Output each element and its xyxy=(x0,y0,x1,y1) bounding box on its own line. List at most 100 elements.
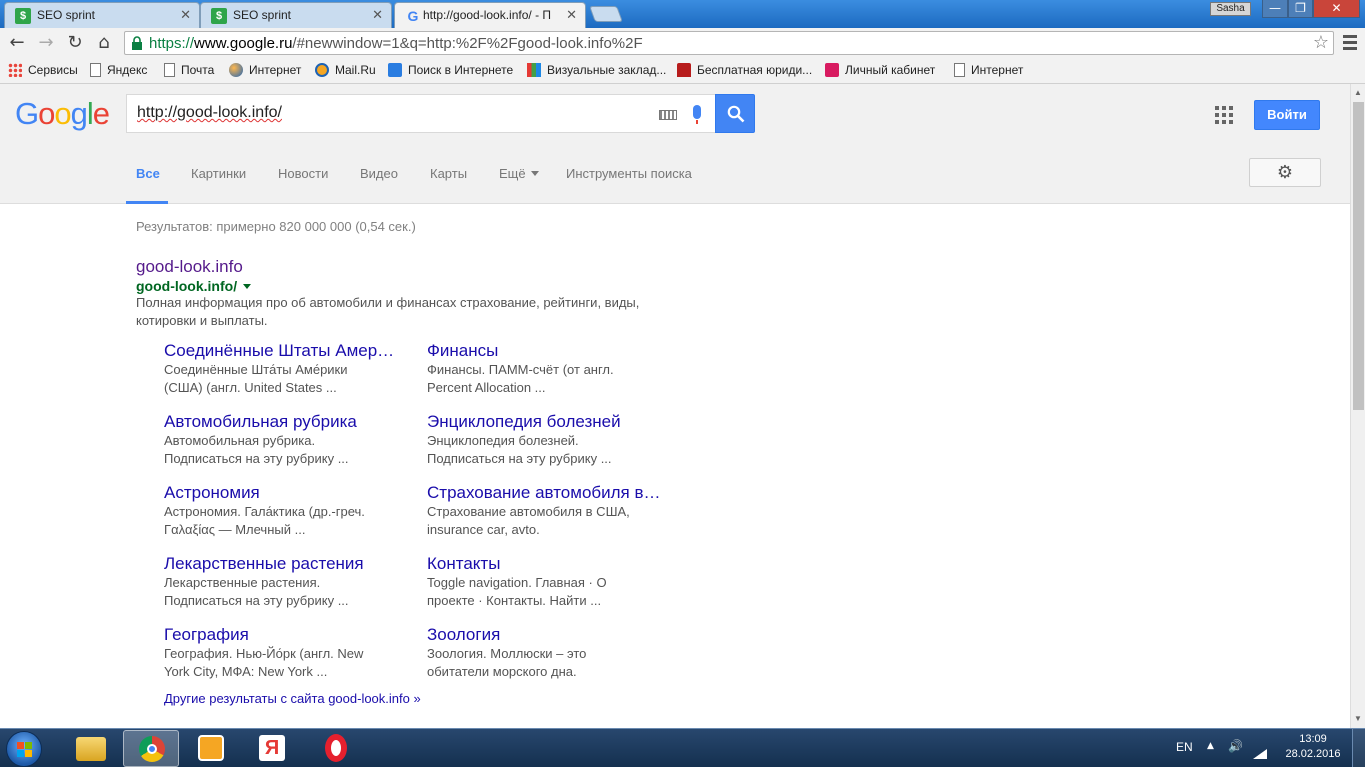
opera-icon xyxy=(325,734,347,762)
browser-tab[interactable]: $ SEO sprint ✕ xyxy=(4,2,200,28)
sitelink-title[interactable]: Лекарственные растения xyxy=(164,554,414,574)
sitelink-title[interactable]: Контакты xyxy=(427,554,677,574)
network-icon[interactable] xyxy=(1253,749,1267,759)
taskbar-app[interactable] xyxy=(62,730,118,767)
home-button[interactable]: ⌂ xyxy=(93,32,115,54)
language-indicator[interactable]: EN xyxy=(1176,740,1193,754)
sitelink-title[interactable]: Страхование автомобиля в… xyxy=(427,483,677,503)
sitelink-title[interactable]: Финансы xyxy=(427,341,677,361)
tab-images[interactable]: Картинки xyxy=(191,166,246,181)
bookmark-item[interactable]: Бесплатная юриди... xyxy=(677,63,812,77)
tab-search-tools[interactable]: Инструменты поиска xyxy=(566,166,692,181)
maximize-button[interactable]: ❐ xyxy=(1288,0,1313,18)
browser-tab-active[interactable]: G http://good-look.info/ - П ✕ xyxy=(394,2,586,28)
scroll-down-icon[interactable]: ▼ xyxy=(1354,714,1362,723)
forward-button[interactable]: → xyxy=(35,32,57,54)
sitelink: Страхование автомобиля в… Страхование ав… xyxy=(427,483,677,539)
result-title-link[interactable]: good-look.info xyxy=(136,257,243,277)
browser-tab[interactable]: $ SEO sprint ✕ xyxy=(200,2,392,28)
sitelink-title[interactable]: Автомобильная рубрика xyxy=(164,412,414,432)
taskbar-app[interactable] xyxy=(308,730,364,767)
tab-more[interactable]: Ещё xyxy=(499,166,539,181)
sitelink: Лекарственные растения Лекарственные рас… xyxy=(164,554,414,610)
bookmarks-bar: Сервисы Яндекс Почта Интернет Mail.Ru По… xyxy=(0,58,1365,84)
tab-maps[interactable]: Карты xyxy=(430,166,467,181)
signin-button[interactable]: Войти xyxy=(1254,100,1320,130)
sitelink-desc: Toggle navigation. Главная · Опроекте · … xyxy=(427,575,607,608)
mailru-icon xyxy=(315,63,329,77)
bookmark-star-icon[interactable]: ☆ xyxy=(1313,32,1329,53)
settings-gear-icon[interactable]: ⚙ xyxy=(1249,158,1321,187)
sitelink: География География. Нью-Йо́рк (англ. Ne… xyxy=(164,625,414,681)
apps-grid-icon[interactable] xyxy=(1215,106,1233,124)
tray-expand-icon[interactable]: ▲ xyxy=(1207,741,1214,751)
tab-title: http://good-look.info/ - П xyxy=(423,8,552,22)
profile-button[interactable]: Sasha xyxy=(1210,2,1251,16)
clock-date: 28.02.2016 xyxy=(1285,748,1341,760)
sitelink: Энциклопедия болезней Энциклопедия болез… xyxy=(427,412,677,468)
bookmark-item[interactable]: Интернет xyxy=(229,63,301,77)
sitelink-title[interactable]: География xyxy=(164,625,414,645)
page-scrollbar[interactable]: ▲ ▼ xyxy=(1350,84,1365,728)
keyboard-icon[interactable] xyxy=(659,110,677,120)
globe-icon xyxy=(229,63,243,77)
bookmark-item[interactable]: Поиск в Интернете xyxy=(388,63,513,77)
sitelink: Соединённые Штаты Амер… Соединённые Шта́… xyxy=(164,341,414,397)
google-logo[interactable]: Google xyxy=(15,96,110,132)
close-icon[interactable]: ✕ xyxy=(180,7,191,23)
windows-taskbar: Я EN ▲ 🔊 13:09 28.02.2016 xyxy=(0,728,1365,767)
close-icon[interactable]: ✕ xyxy=(372,7,383,23)
tab-all[interactable]: Все xyxy=(136,166,160,181)
sitelink: Контакты Toggle navigation. Главная · Оп… xyxy=(427,554,677,610)
chevron-down-icon[interactable] xyxy=(243,284,252,289)
search-button[interactable] xyxy=(715,94,755,133)
page-icon xyxy=(90,63,101,77)
bookmark-item[interactable]: Личный кабинет xyxy=(825,63,935,77)
more-results-link[interactable]: Другие результаты с сайта good-look.info… xyxy=(164,691,421,706)
page-icon xyxy=(954,63,965,77)
search-icon xyxy=(727,105,745,123)
tab-video[interactable]: Видео xyxy=(360,166,398,181)
seo-sprint-icon: $ xyxy=(211,8,227,24)
tab-news[interactable]: Новости xyxy=(278,166,328,181)
explorer-icon xyxy=(76,737,106,761)
show-desktop-button[interactable] xyxy=(1352,729,1365,767)
new-tab-button[interactable] xyxy=(589,6,623,22)
address-url: https://www.google.ru/#newwindow=1&q=htt… xyxy=(149,35,643,52)
browser-menu-icon[interactable] xyxy=(1340,32,1360,54)
minimize-button[interactable]: — xyxy=(1262,0,1288,18)
search-tabs: Все Картинки Новости Видео Карты Ещё Инс… xyxy=(0,156,1350,204)
chevron-down-icon xyxy=(530,171,539,176)
sitelink-title[interactable]: Зоология xyxy=(427,625,677,645)
sitelink-title[interactable]: Энциклопедия болезней xyxy=(427,412,677,432)
bookmark-item[interactable]: Сервисы xyxy=(8,63,78,77)
reload-button[interactable]: ↻ xyxy=(64,32,86,54)
taskbar-app[interactable] xyxy=(123,730,179,767)
close-icon[interactable]: ✕ xyxy=(566,7,577,23)
scroll-up-icon[interactable]: ▲ xyxy=(1354,88,1362,97)
scrollbar-thumb[interactable] xyxy=(1353,102,1364,410)
google-icon: G xyxy=(407,8,419,24)
sitelink-title[interactable]: Соединённые Штаты Амер… xyxy=(164,341,414,361)
bookmark-item[interactable]: Яндекс xyxy=(90,63,147,77)
taskbar-app[interactable]: Я xyxy=(244,730,300,767)
sitelink-desc: Астрономия. Гала́ктика (др.-греч. Γαλαξία… xyxy=(164,504,365,537)
taskbar-app[interactable] xyxy=(183,730,239,767)
sitelink-desc: Энциклопедия болезней. Подписаться на эту… xyxy=(427,433,612,466)
start-button[interactable] xyxy=(6,731,42,767)
bookmark-item[interactable]: Почта xyxy=(164,63,214,77)
volume-icon[interactable]: 🔊 xyxy=(1228,739,1243,753)
microphone-icon[interactable] xyxy=(693,105,701,124)
sitelink-desc: География. Нью-Йо́рк (англ. New York City… xyxy=(164,646,364,679)
system-clock[interactable]: 13:09 28.02.2016 xyxy=(1283,732,1343,762)
browser-toolbar: ← → ↻ ⌂ https://www.google.ru/#newwindow… xyxy=(0,28,1365,58)
close-window-button[interactable]: ✕ xyxy=(1313,0,1360,18)
sitelink-title[interactable]: Астрономия xyxy=(164,483,414,503)
bookmark-item[interactable]: Mail.Ru xyxy=(315,63,376,77)
bookmark-item[interactable]: Визуальные заклад... xyxy=(527,63,666,77)
bookmark-item[interactable]: Интернет xyxy=(954,63,1023,77)
back-button[interactable]: ← xyxy=(6,32,28,54)
address-bar[interactable]: https://www.google.ru/#newwindow=1&q=htt… xyxy=(124,31,1334,55)
media-player-icon xyxy=(198,735,224,761)
search-input[interactable]: http://good-look.info/ xyxy=(126,94,716,133)
